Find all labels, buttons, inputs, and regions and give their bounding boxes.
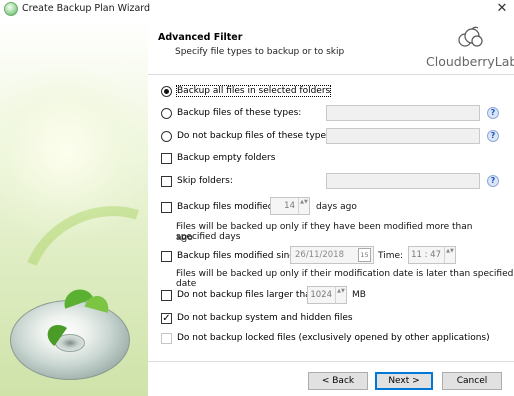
option-modified[interactable]: Backup files modified: xyxy=(161,200,277,214)
brand-logo-text: CloudberryLab xyxy=(426,54,514,69)
option-backup-all-label: Backup all files in selected folders xyxy=(175,85,332,97)
modified-note-continued: ago xyxy=(176,233,193,243)
radio-not-backup-types[interactable] xyxy=(161,130,172,142)
since-date-picker[interactable]: 26/11/2018 15 xyxy=(290,246,374,264)
option-larger-than-label: Do not backup files larger than: xyxy=(177,290,320,300)
back-button[interactable]: < Back xyxy=(308,372,368,390)
stepper-arrows-icon[interactable]: ▲▼ xyxy=(444,247,455,263)
modified-days-unit: days ago xyxy=(316,202,357,212)
modified-days-value: 14 xyxy=(284,201,295,211)
option-backup-all[interactable]: Backup all files in selected folders xyxy=(161,84,332,98)
checkbox-backup-empty-folders[interactable] xyxy=(161,152,172,164)
modified-days-stepper[interactable]: 14 ▲▼ xyxy=(270,197,310,215)
option-modified-since-label: Backup files modified since: xyxy=(177,251,303,261)
option-not-backup-types[interactable]: Do not backup files of these types: xyxy=(161,129,334,143)
option-larger-than[interactable]: Do not backup files larger than: xyxy=(161,288,319,302)
option-backup-empty-folders[interactable]: Backup empty folders xyxy=(161,151,275,165)
option-locked-files-label: Do not backup locked files (exclusively … xyxy=(177,333,490,343)
option-backup-empty-folders-label: Backup empty folders xyxy=(177,153,276,163)
option-locked-files[interactable]: Do not backup locked files (exclusively … xyxy=(161,331,490,345)
time-label: Time: xyxy=(378,251,404,261)
close-button[interactable]: ✕ xyxy=(494,1,510,17)
help-icon[interactable]: ? xyxy=(487,107,499,119)
option-skip-folders-label: Skip folders: xyxy=(177,176,233,186)
option-modified-since[interactable]: Backup files modified since: xyxy=(161,249,303,263)
cloudberry-icon xyxy=(4,2,18,16)
radio-backup-all[interactable] xyxy=(161,85,172,97)
option-system-hidden[interactable]: ✓ Do not backup system and hidden files xyxy=(161,311,353,325)
help-icon[interactable]: ? xyxy=(487,130,499,142)
radio-backup-types[interactable] xyxy=(161,107,172,119)
modified-note: Files will be backed up only if they hav… xyxy=(176,222,473,242)
option-skip-folders[interactable]: Skip folders: xyxy=(161,174,233,188)
wizard-header: Advanced Filter Specify file types to ba… xyxy=(148,18,514,74)
page-subtitle: Specify file types to backup or to skip xyxy=(175,47,345,57)
option-system-hidden-label: Do not backup system and hidden files xyxy=(177,313,353,323)
checkbox-locked-files[interactable] xyxy=(161,332,172,344)
calendar-icon[interactable]: 15 xyxy=(358,248,371,262)
checkbox-modified-since[interactable] xyxy=(161,250,172,262)
checkbox-larger-than[interactable] xyxy=(161,289,172,301)
exclude-types-field[interactable] xyxy=(326,128,480,144)
stepper-arrows-icon[interactable]: ▲▼ xyxy=(298,198,309,214)
option-not-backup-types-label: Do not backup files of these types: xyxy=(177,131,334,141)
time-stepper[interactable]: 11 : 47 ▲▼ xyxy=(408,246,456,264)
skip-folders-field[interactable] xyxy=(326,173,480,189)
max-size-stepper[interactable]: 1024 ▲▼ xyxy=(307,286,347,304)
checkbox-skip-folders[interactable] xyxy=(161,175,172,187)
window-title: Create Backup Plan Wizard xyxy=(22,3,151,14)
title-bar: Create Backup Plan Wizard ✕ xyxy=(0,0,514,18)
max-size-unit: MB xyxy=(352,290,366,300)
include-types-field[interactable] xyxy=(326,105,480,121)
since-date-value: 26/11/2018 xyxy=(295,250,344,260)
next-button[interactable]: Next > xyxy=(375,372,433,390)
option-backup-types-label: Backup files of these types: xyxy=(177,108,302,118)
help-icon[interactable]: ? xyxy=(487,175,499,187)
checkbox-system-hidden[interactable]: ✓ xyxy=(161,312,172,324)
time-value: 11 : 47 xyxy=(411,250,441,260)
page-title: Advanced Filter xyxy=(158,32,243,43)
cloudberry-icon xyxy=(458,26,483,47)
checkbox-modified[interactable] xyxy=(161,201,172,213)
option-backup-types[interactable]: Backup files of these types: xyxy=(161,106,301,120)
cancel-button[interactable]: Cancel xyxy=(442,372,502,390)
stepper-arrows-icon[interactable]: ▲▼ xyxy=(335,287,346,303)
option-modified-label: Backup files modified: xyxy=(177,202,277,212)
max-size-value: 1024 xyxy=(310,290,332,300)
